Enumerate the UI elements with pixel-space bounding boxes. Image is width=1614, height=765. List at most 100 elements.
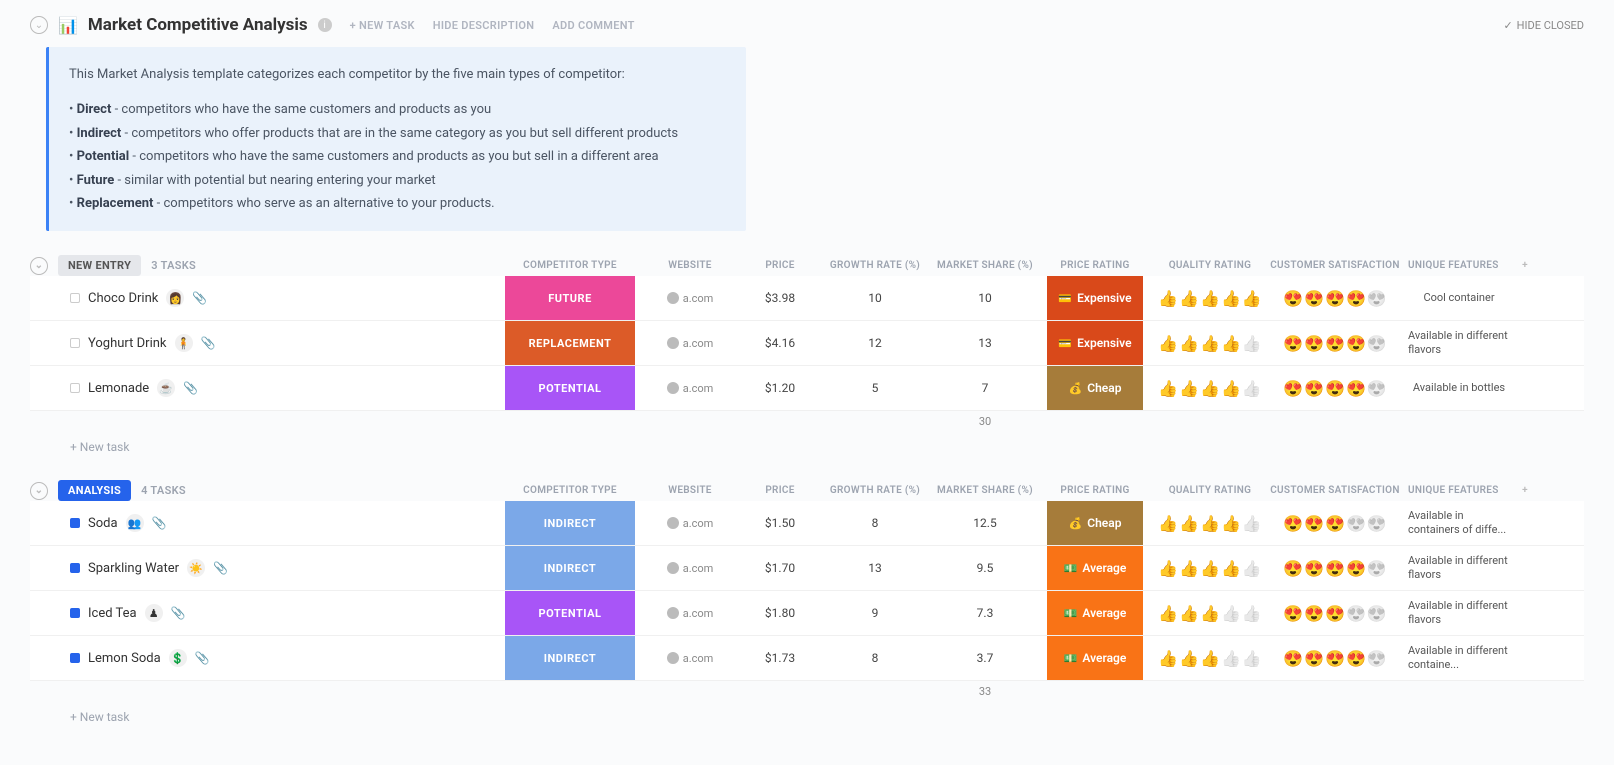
website-cell[interactable]: a.com: [640, 321, 740, 365]
price-cell[interactable]: $1.20: [740, 366, 820, 410]
share-cell[interactable]: 13: [930, 321, 1040, 365]
col-quality-rating[interactable]: QUALITY RATING: [1150, 485, 1270, 496]
growth-cell[interactable]: 9: [820, 591, 930, 635]
add-column-button[interactable]: +: [1510, 485, 1540, 496]
competitor-type-badge[interactable]: POTENTIAL: [505, 366, 635, 410]
col-price[interactable]: PRICE: [740, 260, 820, 271]
competitor-type-badge[interactable]: FUTURE: [505, 276, 635, 320]
quality-cell[interactable]: 👍👍👍👍👍: [1150, 636, 1270, 680]
features-cell[interactable]: Available in different containe...: [1408, 644, 1510, 673]
attachment-icon[interactable]: 📎: [183, 381, 198, 395]
price-cell[interactable]: $1.73: [740, 636, 820, 680]
new-task-row[interactable]: + New task: [30, 432, 1584, 462]
share-cell[interactable]: 7.3: [930, 591, 1040, 635]
growth-cell[interactable]: 10: [820, 276, 930, 320]
features-cell[interactable]: Available in different flavors: [1408, 599, 1510, 628]
price-cell[interactable]: $4.16: [740, 321, 820, 365]
table-row[interactable]: Lemon Soda 💲 📎 INDIRECT a.com $1.73 8 3.…: [30, 636, 1584, 681]
col-price[interactable]: PRICE: [740, 485, 820, 496]
col-unique-features[interactable]: UNIQUE FEATURES: [1400, 485, 1510, 496]
attachment-icon[interactable]: 📎: [195, 651, 210, 665]
collapse-icon[interactable]: ⌄: [30, 16, 48, 34]
col-growth[interactable]: GROWTH RATE (%): [820, 485, 930, 496]
features-cell[interactable]: Available in different flavors: [1408, 554, 1510, 583]
info-icon[interactable]: i: [318, 18, 332, 32]
website-cell[interactable]: a.com: [640, 546, 740, 590]
price-rating-badge[interactable]: 💰Cheap: [1047, 366, 1143, 410]
satisfaction-cell[interactable]: 😍😍😍😍😍: [1270, 636, 1400, 680]
hide-description-button[interactable]: HIDE DESCRIPTION: [433, 19, 535, 32]
col-satisfaction[interactable]: CUSTOMER SATISFACTION: [1270, 485, 1400, 496]
status-checkbox[interactable]: [70, 563, 80, 573]
competitor-type-badge[interactable]: POTENTIAL: [505, 591, 635, 635]
group-title[interactable]: NEW ENTRY: [58, 255, 141, 276]
group-title[interactable]: ANALYSIS: [58, 480, 131, 501]
share-cell[interactable]: 3.7: [930, 636, 1040, 680]
share-cell[interactable]: 9.5: [930, 546, 1040, 590]
attachment-icon[interactable]: 📎: [152, 516, 167, 530]
col-price-rating[interactable]: PRICE RATING: [1040, 260, 1150, 271]
attachment-icon[interactable]: 📎: [171, 606, 186, 620]
price-cell[interactable]: $1.50: [740, 501, 820, 545]
col-website[interactable]: WEBSITE: [640, 260, 740, 271]
competitor-type-badge[interactable]: INDIRECT: [505, 546, 635, 590]
hide-closed-toggle[interactable]: ✓ HIDE CLOSED: [1503, 19, 1584, 32]
satisfaction-cell[interactable]: 😍😍😍😍😍: [1270, 276, 1400, 320]
quality-cell[interactable]: 👍👍👍👍👍: [1150, 276, 1270, 320]
col-growth[interactable]: GROWTH RATE (%): [820, 260, 930, 271]
price-rating-badge[interactable]: 💳Expensive: [1047, 276, 1143, 320]
satisfaction-cell[interactable]: 😍😍😍😍😍: [1270, 591, 1400, 635]
growth-cell[interactable]: 13: [820, 546, 930, 590]
assignee-avatar[interactable]: 🧍: [175, 334, 193, 352]
quality-cell[interactable]: 👍👍👍👍👍: [1150, 366, 1270, 410]
competitor-type-badge[interactable]: INDIRECT: [505, 501, 635, 545]
features-cell[interactable]: Available in different flavors: [1408, 329, 1510, 358]
quality-cell[interactable]: 👍👍👍👍👍: [1150, 591, 1270, 635]
growth-cell[interactable]: 12: [820, 321, 930, 365]
price-cell[interactable]: $1.70: [740, 546, 820, 590]
growth-cell[interactable]: 5: [820, 366, 930, 410]
quality-cell[interactable]: 👍👍👍👍👍: [1150, 501, 1270, 545]
task-name[interactable]: Soda: [88, 516, 118, 531]
new-task-button[interactable]: + NEW TASK: [350, 19, 415, 32]
col-quality-rating[interactable]: QUALITY RATING: [1150, 260, 1270, 271]
satisfaction-cell[interactable]: 😍😍😍😍😍: [1270, 546, 1400, 590]
task-name[interactable]: Yoghurt Drink: [88, 336, 167, 351]
add-column-button[interactable]: +: [1510, 260, 1540, 271]
task-name[interactable]: Lemonade: [88, 381, 149, 396]
table-row[interactable]: Iced Tea ♟ 📎 POTENTIAL a.com $1.80 9 7.3…: [30, 591, 1584, 636]
price-cell[interactable]: $3.98: [740, 276, 820, 320]
new-task-row[interactable]: + New task: [30, 702, 1584, 732]
task-name[interactable]: Iced Tea: [88, 606, 137, 621]
status-checkbox[interactable]: [70, 338, 80, 348]
quality-cell[interactable]: 👍👍👍👍👍: [1150, 546, 1270, 590]
col-price-rating[interactable]: PRICE RATING: [1040, 485, 1150, 496]
add-comment-button[interactable]: ADD COMMENT: [552, 19, 634, 32]
table-row[interactable]: Choco Drink 👩 📎 FUTURE a.com $3.98 10 10…: [30, 276, 1584, 321]
website-cell[interactable]: a.com: [640, 366, 740, 410]
status-checkbox[interactable]: [70, 608, 80, 618]
price-rating-badge[interactable]: 💳Expensive: [1047, 321, 1143, 365]
task-name[interactable]: Sparkling Water: [88, 561, 179, 576]
assignee-avatar[interactable]: ♟: [145, 604, 163, 622]
growth-cell[interactable]: 8: [820, 501, 930, 545]
website-cell[interactable]: a.com: [640, 591, 740, 635]
share-cell[interactable]: 10: [930, 276, 1040, 320]
table-row[interactable]: Lemonade ☕ 📎 POTENTIAL a.com $1.20 5 7 💰…: [30, 366, 1584, 411]
group-collapse-icon[interactable]: ⌄: [30, 482, 48, 500]
table-row[interactable]: Sparkling Water ☀️ 📎 INDIRECT a.com $1.7…: [30, 546, 1584, 591]
status-checkbox[interactable]: [70, 383, 80, 393]
features-cell[interactable]: Cool container: [1423, 291, 1494, 305]
assignee-avatar[interactable]: 👩: [166, 289, 184, 307]
group-collapse-icon[interactable]: ⌄: [30, 257, 48, 275]
col-share[interactable]: MARKET SHARE (%): [930, 260, 1040, 271]
competitor-type-badge[interactable]: REPLACEMENT: [505, 321, 635, 365]
quality-cell[interactable]: 👍👍👍👍👍: [1150, 321, 1270, 365]
share-cell[interactable]: 7: [930, 366, 1040, 410]
price-rating-badge[interactable]: 💵Average: [1047, 636, 1143, 680]
features-cell[interactable]: Available in bottles: [1413, 381, 1505, 395]
col-competitor-type[interactable]: COMPETITOR TYPE: [500, 260, 640, 271]
website-cell[interactable]: a.com: [640, 636, 740, 680]
price-rating-badge[interactable]: 💰Cheap: [1047, 501, 1143, 545]
col-competitor-type[interactable]: COMPETITOR TYPE: [500, 485, 640, 496]
